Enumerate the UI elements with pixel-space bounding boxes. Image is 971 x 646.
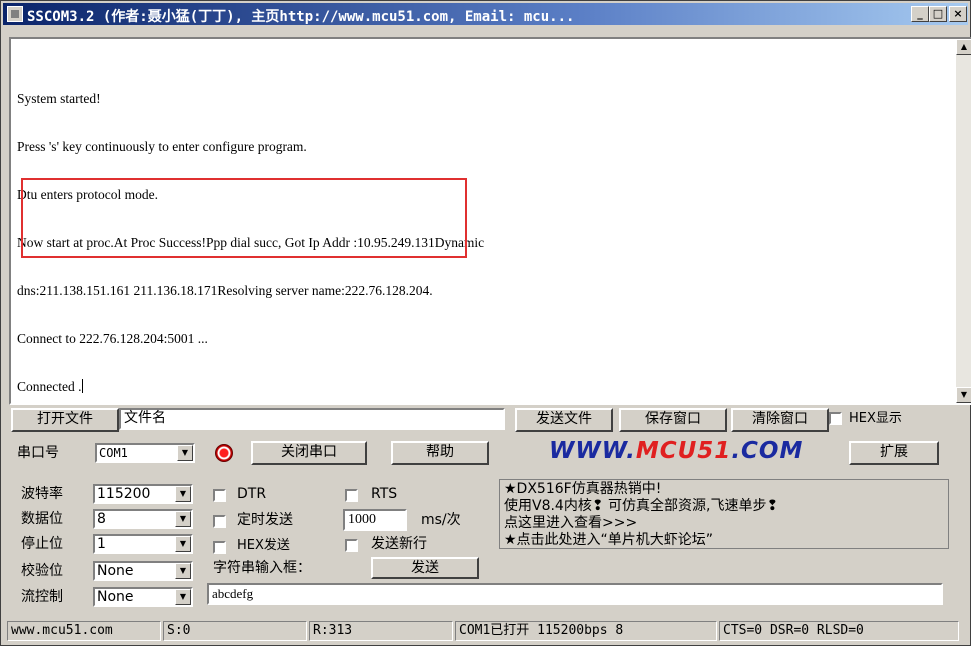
send-input[interactable]: abcdefg <box>207 583 943 605</box>
app-icon <box>7 6 23 22</box>
hex-display-checkbox[interactable] <box>829 412 842 425</box>
hex-send-label: HEX发送 <box>237 538 290 553</box>
expand-button[interactable]: 扩展 <box>849 441 939 465</box>
hex-display-label: HEX显示 <box>849 411 902 426</box>
scroll-down-icon[interactable]: ▼ <box>956 387 971 403</box>
chevron-down-icon[interactable]: ▼ <box>175 589 191 605</box>
promo-line[interactable]: ★DX516F仿真器热销中! <box>500 481 948 498</box>
status-site: www.mcu51.com <box>7 621 161 641</box>
send-button[interactable]: 发送 <box>371 557 479 579</box>
settings-group: 波特率 115200 ▼ 数据位 8 ▼ 停止位 1 ▼ 校验位 None ▼ … <box>13 475 203 611</box>
text-caret <box>82 379 84 393</box>
baud-select[interactable]: 115200 ▼ <box>93 484 193 504</box>
stopbits-label: 停止位 <box>21 536 63 552</box>
flow-label: 流控制 <box>21 589 63 605</box>
chevron-down-icon[interactable]: ▼ <box>175 486 191 502</box>
receive-area[interactable]: System started! Press 's' key continuous… <box>9 37 971 405</box>
port-label: 串口号 <box>17 445 59 461</box>
close-button[interactable]: × <box>949 6 967 22</box>
port-select[interactable]: COM1 ▼ <box>95 443 195 463</box>
scroll-up-icon[interactable]: ▲ <box>956 39 971 55</box>
status-received: R:313 <box>309 621 453 641</box>
receive-line: System started! <box>17 91 101 106</box>
status-lines: CTS=0 DSR=0 RLSD=0 <box>719 621 959 641</box>
window-title: SSCOM3.2 (作者:聂小猛(丁丁), 主页http://www.mcu51… <box>27 9 575 25</box>
databits-label: 数据位 <box>21 511 63 527</box>
receive-line: Connect to 222.76.128.204:5001 ... <box>17 331 208 346</box>
close-port-button[interactable]: 关闭串口 <box>251 441 367 465</box>
receive-line: Connected . <box>17 379 82 394</box>
send-file-button[interactable]: 发送文件 <box>515 408 613 432</box>
help-button[interactable]: 帮助 <box>391 441 489 465</box>
website-logo[interactable]: WWW.MCU51.COM <box>549 438 803 464</box>
open-file-button[interactable]: 打开文件 <box>11 408 119 432</box>
chevron-down-icon[interactable]: ▼ <box>175 536 191 552</box>
baud-value: 115200 <box>97 486 151 502</box>
receive-line: dns:211.138.151.161 211.136.18.171Resolv… <box>17 283 433 298</box>
clear-window-button[interactable]: 清除窗口 <box>731 408 829 432</box>
promo-panel[interactable]: ★DX516F仿真器热销中! 使用V8.4内核❢ 可仿真全部资源,飞速单步❢ 点… <box>499 479 949 549</box>
stopbits-select[interactable]: 1 ▼ <box>93 534 193 554</box>
parity-select[interactable]: None ▼ <box>93 561 193 581</box>
status-sent: S:0 <box>163 621 307 641</box>
port-value: COM1 <box>99 446 128 460</box>
chevron-down-icon[interactable]: ▼ <box>175 563 191 579</box>
filename-input[interactable]: 文件名 <box>119 408 505 430</box>
flow-value: None <box>97 589 134 605</box>
status-port: COM1已打开 115200bps 8 <box>455 621 717 641</box>
parity-value: None <box>97 563 134 579</box>
rts-label: RTS <box>371 486 398 502</box>
interval-unit: ms/次 <box>421 512 461 528</box>
promo-line[interactable]: 点这里进入查看>>> <box>500 515 948 532</box>
send-newline-label: 发送新行 <box>371 536 427 552</box>
chevron-down-icon[interactable]: ▼ <box>177 445 193 461</box>
hex-send-checkbox[interactable] <box>213 541 226 554</box>
save-window-button[interactable]: 保存窗口 <box>619 408 727 432</box>
parity-label: 校验位 <box>21 563 63 579</box>
dtr-label: DTR <box>237 486 267 502</box>
interval-input[interactable]: 1000 <box>343 509 407 531</box>
stopbits-value: 1 <box>97 536 106 552</box>
title-bar: SSCOM3.2 (作者:聂小猛(丁丁), 主页http://www.mcu51… <box>3 3 968 25</box>
main-window: SSCOM3.2 (作者:聂小猛(丁丁), 主页http://www.mcu51… <box>0 0 971 646</box>
promo-line[interactable]: ★点击此处进入“单片机大虾论坛” <box>500 532 948 549</box>
chevron-down-icon[interactable]: ▼ <box>175 511 191 527</box>
receive-line-last: Connected . <box>17 379 937 395</box>
databits-value: 8 <box>97 511 106 527</box>
send-newline-checkbox[interactable] <box>345 539 358 552</box>
dtr-checkbox[interactable] <box>213 489 226 502</box>
vertical-scrollbar[interactable]: ▲ ▼ <box>956 39 971 403</box>
baud-label: 波特率 <box>21 486 63 502</box>
timed-send-label: 定时发送 <box>237 512 293 528</box>
rts-checkbox[interactable] <box>345 489 358 502</box>
port-status-icon <box>215 444 233 462</box>
highlight-box <box>21 178 467 258</box>
receive-line: Press 's' key continuously to enter conf… <box>17 139 307 154</box>
maximize-button[interactable]: □ <box>929 6 947 22</box>
databits-select[interactable]: 8 ▼ <box>93 509 193 529</box>
minimize-button[interactable]: _ <box>911 6 929 22</box>
promo-line[interactable]: 使用V8.4内核❢ 可仿真全部资源,飞速单步❢ <box>500 498 948 515</box>
timed-send-checkbox[interactable] <box>213 515 226 528</box>
flow-select[interactable]: None ▼ <box>93 587 193 607</box>
input-label: 字符串输入框： <box>213 560 311 576</box>
